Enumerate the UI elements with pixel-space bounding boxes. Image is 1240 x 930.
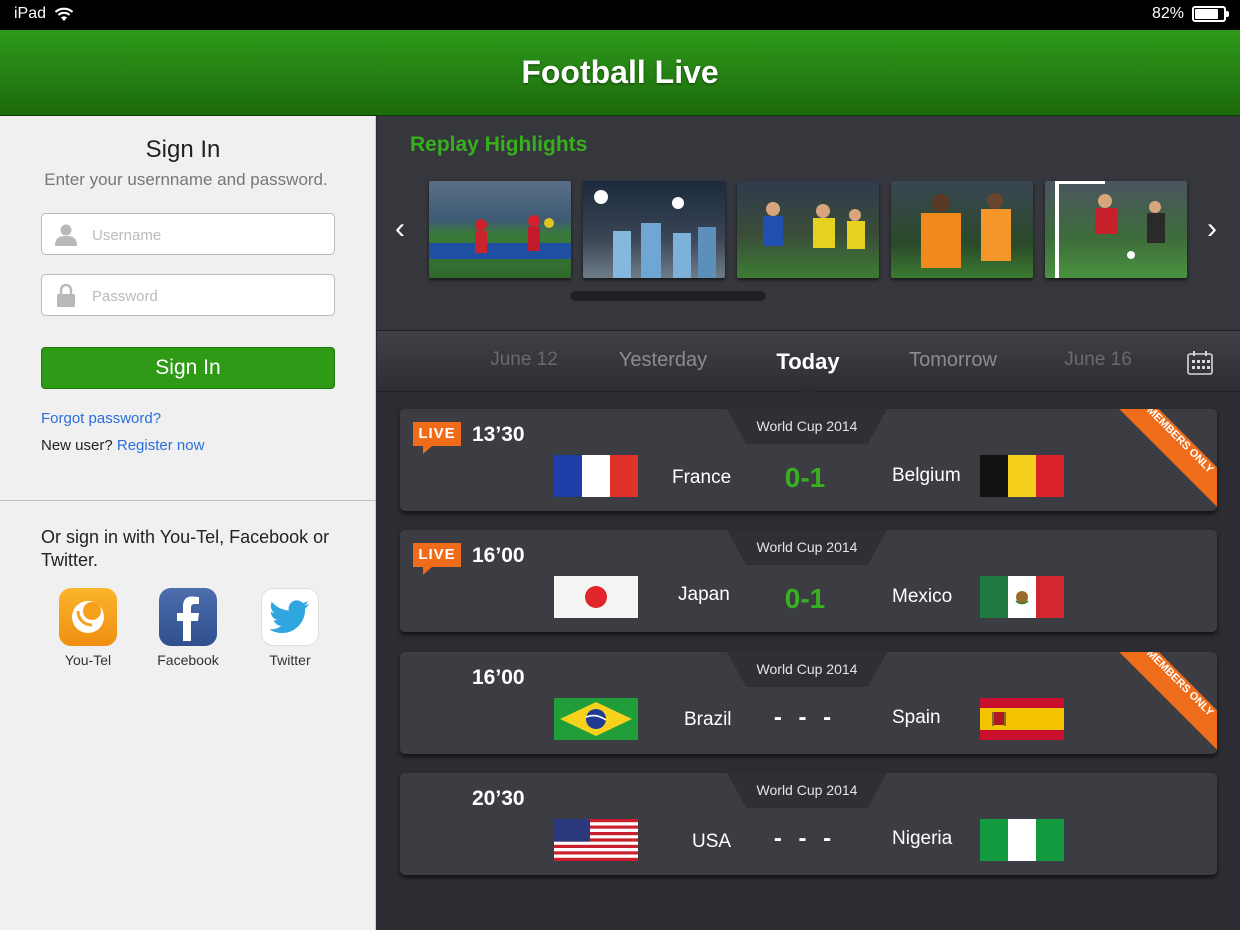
members-only-ribbon: MEMBERS ONLY (1117, 409, 1217, 509)
highlight-thumbnail-2[interactable] (583, 181, 725, 278)
live-badge: LIVE (413, 422, 461, 454)
mexico-flag-icon (980, 576, 1064, 618)
sign-in-panel: Sign In Enter your usernname and passwor… (0, 116, 376, 930)
app-header: Football Live (0, 30, 1240, 116)
match-card-usa-nigeria[interactable]: World Cup 2014 20’30 USA - - - Nigeria (400, 773, 1217, 875)
match-score: - - - (773, 704, 837, 731)
competition-label: World Cup 2014 (756, 418, 858, 434)
date-selector: June 12 Yesterday Today Tomorrow June 16 (377, 330, 1240, 392)
previous-arrow-icon[interactable]: ‹ (395, 212, 405, 246)
register-link[interactable]: Register now (117, 437, 205, 454)
forgot-password-link[interactable]: Forgot password? (41, 410, 161, 427)
home-team: USA (692, 831, 732, 852)
replay-highlights: Replay Highlights ‹ › (377, 116, 1240, 330)
france-flag-icon (554, 455, 638, 497)
date-tab-today[interactable]: Today (743, 349, 873, 375)
highlight-thumbnails (429, 181, 1187, 278)
home-team: Brazil (684, 709, 732, 730)
new-user-label: New user? (41, 437, 113, 454)
away-team: Nigeria (892, 828, 953, 849)
username-input[interactable] (92, 224, 322, 246)
match-time: 20’30 (472, 787, 525, 810)
away-team: Belgium (892, 465, 961, 486)
battery-icon (1192, 6, 1229, 22)
japan-flag-icon (554, 576, 638, 618)
highlight-thumbnail-4[interactable] (891, 181, 1033, 278)
match-card-france-belgium[interactable]: World Cup 2014 LIVE 13’30 France 0-1 Bel… (400, 409, 1217, 511)
sign-in-title: Sign In (145, 136, 221, 163)
user-icon (55, 224, 77, 246)
competition-label: World Cup 2014 (756, 661, 858, 677)
wifi-icon (54, 7, 74, 21)
members-only-ribbon: MEMBERS ONLY (1117, 652, 1217, 752)
away-team: Mexico (892, 586, 953, 607)
date-tab-june-16[interactable]: June 16 (1033, 349, 1163, 371)
members-only-label: MEMBERS ONLY (1117, 409, 1217, 509)
match-time: 13’30 (472, 423, 525, 446)
device-name: iPad (14, 5, 47, 22)
active-tab-indicator (801, 385, 815, 392)
date-tab-june-12[interactable]: June 12 (459, 349, 589, 371)
youtel-icon (59, 588, 117, 646)
match-score: 0-1 (784, 583, 826, 614)
match-card-japan-mexico[interactable]: World Cup 2014 LIVE 16’00 Japan 0-1 Mexi… (400, 530, 1217, 632)
spain-flag-icon (980, 698, 1064, 740)
facebook-icon (159, 588, 217, 646)
match-time: 16’00 (472, 544, 525, 567)
password-input[interactable] (92, 285, 322, 307)
highlights-title: Replay Highlights (410, 133, 588, 156)
twitter-icon (261, 588, 319, 646)
match-score: 0-1 (784, 462, 826, 493)
next-arrow-icon[interactable]: › (1207, 212, 1217, 246)
highlight-thumbnail-5[interactable] (1045, 181, 1187, 278)
highlight-thumbnail-1[interactable] (429, 181, 571, 278)
home-team: Japan (678, 584, 730, 605)
youtel-button[interactable]: You-Tel (48, 588, 128, 668)
new-user-row: New user? Register now (41, 437, 204, 454)
belgium-flag-icon (980, 455, 1064, 497)
members-only-label: MEMBERS ONLY (1117, 652, 1217, 752)
away-team: Spain (892, 707, 941, 728)
battery-percent: 82% (1151, 5, 1184, 22)
password-field[interactable] (41, 274, 335, 316)
competition-label: World Cup 2014 (756, 782, 858, 798)
nigeria-flag-icon (980, 819, 1064, 861)
divider (0, 500, 376, 501)
date-tab-yesterday[interactable]: Yesterday (598, 349, 728, 372)
competition-label: World Cup 2014 (756, 539, 858, 555)
brazil-flag-icon (554, 698, 638, 740)
match-time: 16’00 (472, 666, 525, 689)
twitter-button[interactable]: Twitter (250, 588, 330, 668)
username-field[interactable] (41, 213, 335, 255)
youtel-label: You-Tel (64, 652, 112, 668)
match-card-brazil-spain[interactable]: World Cup 2014 16’00 Brazil - - - Spain … (400, 652, 1217, 754)
social-sign-in-text: Or sign in with You-Tel, Facebook or Twi… (41, 527, 330, 570)
live-badge: LIVE (413, 543, 461, 575)
sign-in-button[interactable]: Sign In (41, 347, 335, 389)
twitter-label: Twitter (269, 652, 311, 668)
date-tab-tomorrow[interactable]: Tomorrow (888, 349, 1018, 372)
sign-in-subtitle: Enter your usernname and password. (44, 170, 328, 189)
app-title: Football Live (521, 54, 719, 90)
highlight-thumbnail-3[interactable] (737, 181, 879, 278)
highlights-scrollbar[interactable] (570, 291, 766, 301)
status-bar: iPad 82% (0, 0, 1240, 30)
home-team: France (672, 467, 732, 488)
usa-flag-icon (554, 819, 638, 861)
facebook-label: Facebook (157, 652, 219, 668)
lock-icon (57, 283, 75, 307)
main-content: Replay Highlights ‹ › June 12 Yesterday … (377, 116, 1240, 930)
match-score: - - - (773, 825, 837, 852)
calendar-icon[interactable] (1187, 351, 1213, 375)
facebook-button[interactable]: Facebook (148, 588, 228, 668)
